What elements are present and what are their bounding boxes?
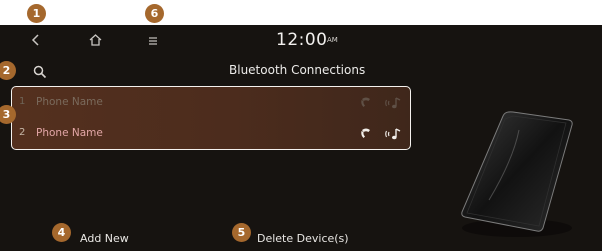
device-name: Phone Name bbox=[36, 127, 103, 139]
audio-streaming-icon[interactable] bbox=[385, 126, 401, 140]
device-index: 2 bbox=[19, 127, 26, 138]
callout-badge-5: 5 bbox=[232, 223, 251, 242]
callout-badge-6: 6 bbox=[145, 4, 164, 23]
search-button[interactable] bbox=[33, 64, 47, 79]
audio-streaming-icon[interactable] bbox=[385, 95, 401, 109]
hamburger-menu-icon bbox=[149, 37, 157, 45]
smartphone-illustration bbox=[455, 110, 575, 245]
device-row-2[interactable]: 2 Phone Name bbox=[12, 118, 410, 149]
page-title: Bluetooth Connections bbox=[229, 63, 366, 77]
home-icon bbox=[89, 34, 101, 46]
delete-devices-button[interactable]: Delete Device(s) bbox=[257, 232, 349, 245]
top-status-bar: 12:00 AM bbox=[0, 25, 602, 59]
device-list: 1 Phone Name 2 Phone Name bbox=[11, 86, 411, 150]
chevron-left-icon bbox=[31, 34, 39, 46]
device-name: Phone Name bbox=[36, 96, 103, 108]
callout-badge-1: 1 bbox=[27, 4, 46, 23]
clock-time: 12:00 bbox=[276, 30, 328, 50]
device-row-1[interactable]: 1 Phone Name bbox=[12, 87, 410, 118]
search-icon bbox=[33, 65, 47, 79]
menu-button[interactable] bbox=[143, 32, 163, 52]
clock-ampm: AM bbox=[327, 36, 338, 44]
phone-handset-icon[interactable] bbox=[359, 126, 373, 140]
add-new-button[interactable]: Add New bbox=[80, 232, 129, 245]
device-index: 1 bbox=[19, 96, 26, 107]
home-button[interactable] bbox=[85, 32, 105, 52]
back-button[interactable] bbox=[26, 32, 46, 52]
phone-handset-icon[interactable] bbox=[359, 95, 373, 109]
head-unit-screen: 12:00 AM Bluetooth Connections 1 Phone N… bbox=[0, 25, 602, 251]
callout-badge-4: 4 bbox=[52, 223, 71, 242]
